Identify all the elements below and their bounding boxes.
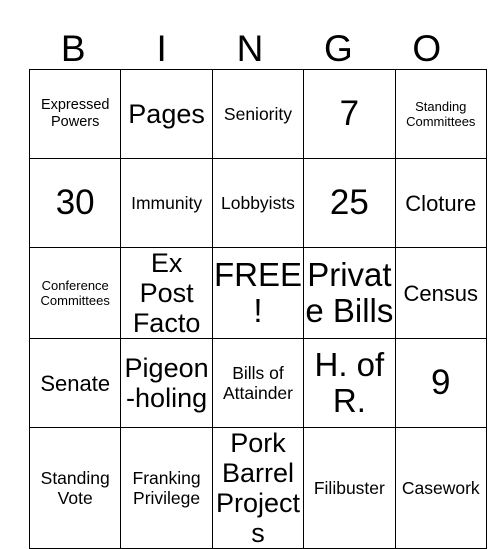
bingo-cell[interactable]: Senate [28,338,122,428]
bingo-cell-label: Lobbyists [221,193,295,213]
bingo-cell-label: Private Bills [305,256,394,329]
bingo-cell-label: Cloture [405,190,477,216]
bingo-row: Senate Pigeon-holing Bills of Attainder … [28,338,487,428]
bingo-cell-label: FREE! [213,256,302,329]
bingo-cell[interactable]: Expressed Powers [28,69,122,159]
bingo-cell[interactable]: Immunity [120,158,213,248]
bingo-cell-label: Immunity [131,193,203,213]
bingo-cell[interactable]: Cloture [394,158,487,248]
bingo-cell-label: Pork Barrel Projects [215,428,300,548]
bingo-cell[interactable]: Franking Privilege [120,427,213,549]
bingo-grid: Expressed Powers Pages Seniority 7 Stand… [28,69,487,549]
bingo-cell[interactable]: 7 [303,69,396,159]
bingo-row: Conference Committees Ex Post Facto FREE… [28,247,487,339]
bingo-cell-label: Expressed Powers [40,97,110,130]
bingo-header-letter-g: G [323,28,353,69]
bingo-cell[interactable]: Lobbyists [211,158,305,248]
bingo-cell-label: Senate [40,370,111,396]
bingo-row: 30 Immunity Lobbyists 25 Cloture [28,158,487,248]
bingo-cell[interactable]: Pages [120,69,213,159]
bingo-cell-label: Bills of Attainder [222,363,293,403]
bingo-cell-label: 30 [55,183,95,222]
bingo-cell[interactable]: Filibuster [303,427,396,549]
bingo-cell[interactable]: Census [394,247,487,339]
bingo-header-letter-b: B [60,28,86,69]
bingo-cell[interactable]: 25 [303,158,396,248]
bingo-cell[interactable]: Ex Post Facto [120,247,213,339]
bingo-cell[interactable]: Bills of Attainder [211,338,305,428]
bingo-cell-label: Standing Committees [406,99,476,129]
bingo-header-letter-i: I [156,28,167,69]
bingo-card: B I N G O Expressed Powers Pages Seniori… [28,12,487,549]
bingo-cell[interactable]: Private Bills [303,247,396,339]
bingo-cell-label: 25 [329,183,369,222]
bingo-cell-label: Filibuster [313,478,385,498]
bingo-cell-label: Casework [401,478,480,498]
bingo-cell-label: Pigeon-holing [124,353,209,413]
bingo-cell-label: Census [403,280,479,306]
bingo-cell[interactable]: Standing Committees [394,69,487,159]
bingo-cell-free[interactable]: FREE! [211,247,305,339]
bingo-cell-label: Franking Privilege [132,468,201,508]
bingo-cell-label: Seniority [223,104,293,124]
bingo-cell-label: Ex Post Facto [132,248,201,338]
bingo-header-row: B I N G O [29,12,471,69]
bingo-cell[interactable]: Conference Committees [28,247,122,339]
bingo-header-letter-n: N [236,28,264,69]
bingo-cell[interactable]: H. of R. [303,338,396,428]
bingo-cell-label: H. of R. [314,346,385,419]
bingo-cell-label: 9 [431,363,451,402]
bingo-cell[interactable]: Pork Barrel Projects [211,427,305,549]
bingo-cell[interactable]: Pigeon-holing [120,338,213,428]
bingo-cell-label: 7 [339,94,360,133]
bingo-header-letter-o: O [412,28,442,69]
bingo-cell[interactable]: 30 [28,158,122,248]
bingo-cell[interactable]: Standing Vote [28,427,122,549]
bingo-cell-label: Standing Vote [40,468,110,508]
bingo-cell[interactable]: 9 [394,338,487,428]
bingo-row: Expressed Powers Pages Seniority 7 Stand… [28,69,487,159]
bingo-row: Standing Vote Franking Privilege Pork Ba… [28,427,487,549]
bingo-cell[interactable]: Casework [394,427,487,549]
bingo-cell-label: Conference Committees [40,278,110,308]
bingo-cell[interactable]: Seniority [211,69,305,159]
bingo-cell-label: Pages [128,99,205,129]
